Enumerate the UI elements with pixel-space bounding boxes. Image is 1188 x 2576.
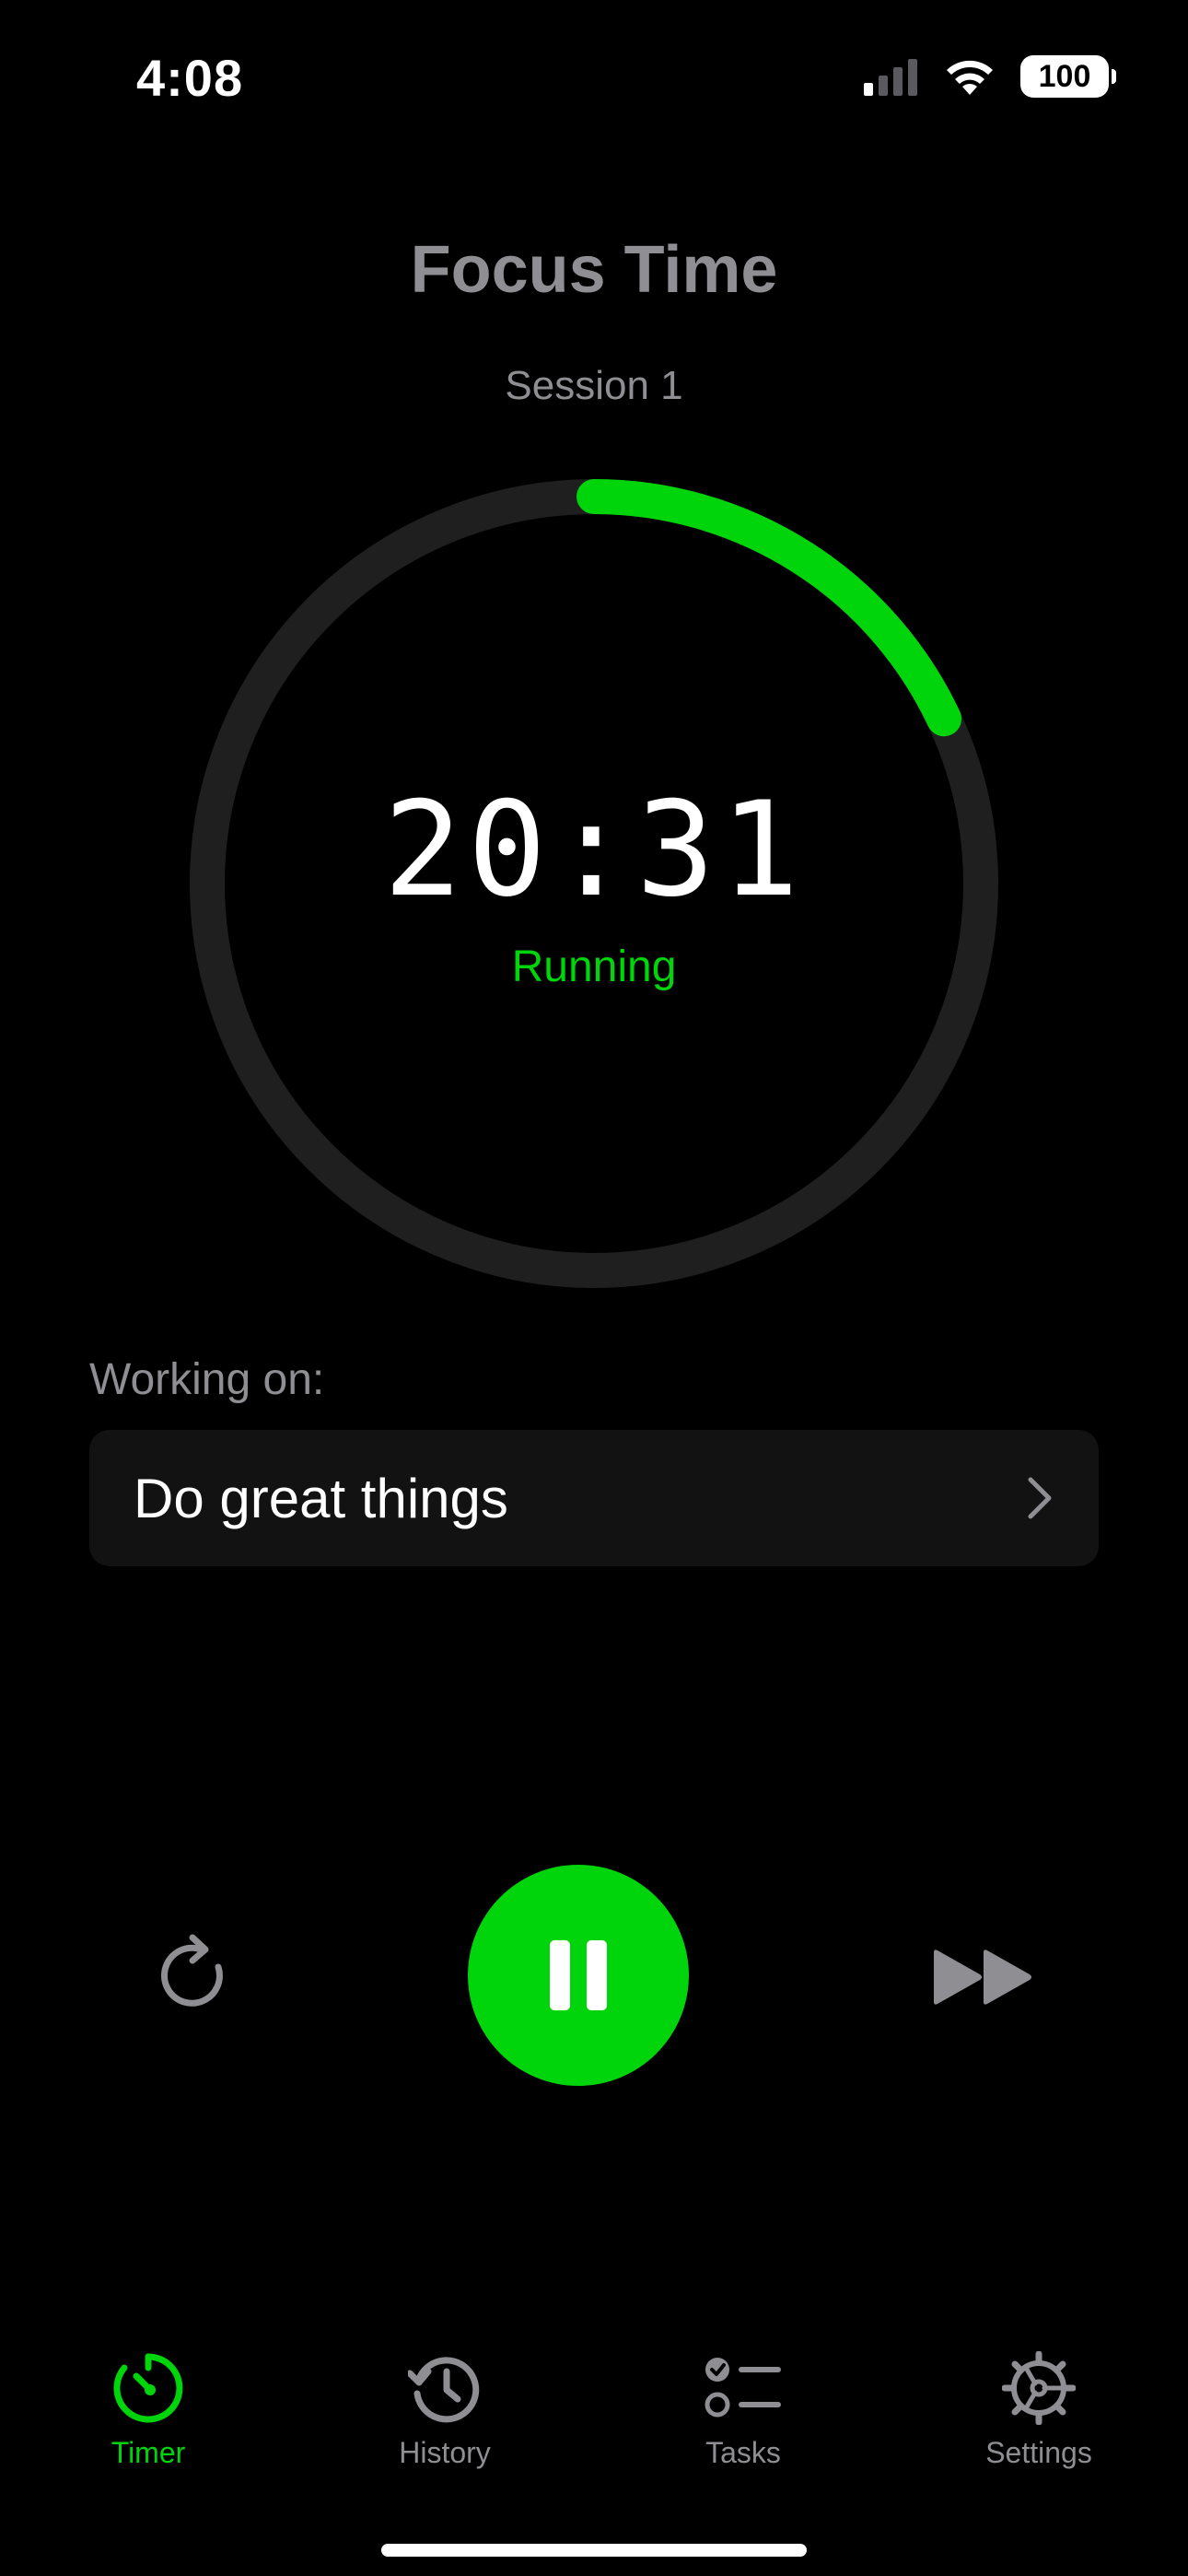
- timer-icon: [110, 2349, 187, 2427]
- tab-timer[interactable]: Timer: [47, 2349, 250, 2470]
- working-on-label: Working on:: [89, 1355, 325, 1404]
- page-title: Focus Time: [410, 233, 778, 307]
- chevron-right-icon: [1021, 1470, 1058, 1526]
- tab-tasks-label: Tasks: [705, 2436, 781, 2469]
- tab-history[interactable]: History: [344, 2349, 546, 2470]
- status-bar: 4:08 100: [0, 0, 1188, 157]
- timer-display: 20:31: [383, 774, 805, 926]
- tab-tasks[interactable]: Tasks: [642, 2349, 844, 2470]
- tasks-icon: [705, 2349, 782, 2427]
- task-selector[interactable]: Do great things: [89, 1430, 1099, 1566]
- history-icon: [406, 2349, 483, 2427]
- settings-icon: [1000, 2349, 1077, 2427]
- battery-icon: 100: [1020, 55, 1116, 98]
- reset-icon: [160, 1934, 223, 2007]
- pause-button[interactable]: [468, 1865, 689, 2086]
- wifi-icon: [947, 60, 993, 95]
- status-time: 4:08: [136, 49, 244, 107]
- session-label: Session 1: [505, 363, 683, 408]
- pause-icon: [550, 1940, 607, 2010]
- cellular-signal-icon: [864, 59, 917, 96]
- tab-history-label: History: [399, 2436, 491, 2469]
- reset-button[interactable]: [147, 1929, 239, 2021]
- battery-level: 100: [1038, 58, 1091, 94]
- skip-forward-icon: [934, 1950, 1031, 2005]
- tab-settings-label: Settings: [985, 2436, 1092, 2469]
- tab-bar: Timer History Tasks Settings: [0, 2349, 1188, 2497]
- task-name: Do great things: [134, 1467, 508, 1529]
- status-icons: 100: [864, 55, 1116, 98]
- timer-status: Running: [511, 943, 677, 991]
- tab-settings[interactable]: Settings: [938, 2349, 1140, 2470]
- skip-button[interactable]: [930, 1942, 1037, 2012]
- home-indicator: [381, 2544, 807, 2557]
- tab-timer-label: Timer: [111, 2436, 186, 2469]
